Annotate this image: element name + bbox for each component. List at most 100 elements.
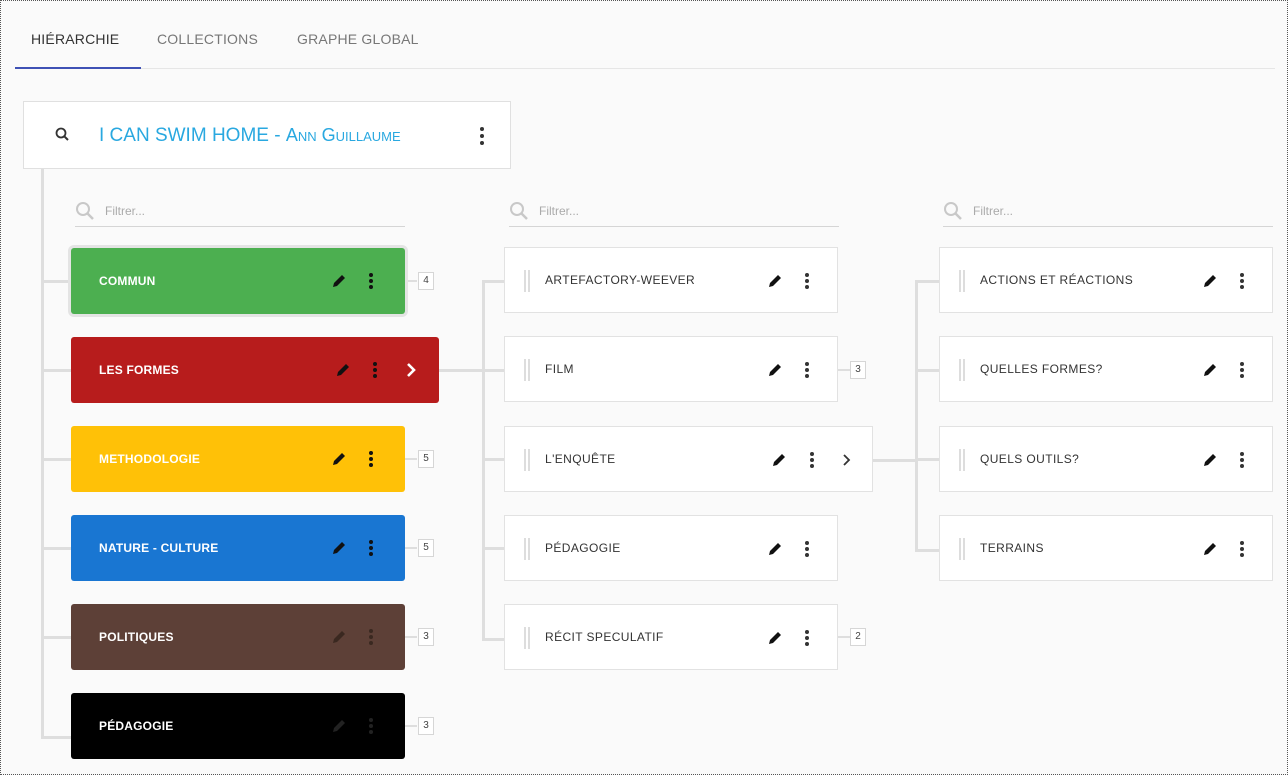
- more-vert-icon[interactable]: [371, 360, 379, 380]
- more-vert-icon[interactable]: [808, 450, 816, 470]
- category-label: POLITIQUES: [99, 630, 174, 644]
- search-icon: [75, 201, 95, 221]
- tree-connector: [482, 458, 504, 461]
- filter-input[interactable]: [539, 201, 739, 221]
- tree-connector: [482, 638, 504, 641]
- pencil-icon[interactable]: [331, 718, 347, 734]
- pencil-icon[interactable]: [767, 362, 783, 378]
- tree-connector: [41, 547, 71, 550]
- category-card-nature-culture[interactable]: NATURE - CULTURE: [71, 515, 405, 581]
- root-title-author: Ann Guillaume: [285, 125, 401, 145]
- item-card-pedagogie[interactable]: PÉDAGOGIE: [504, 515, 838, 581]
- pencil-icon[interactable]: [331, 540, 347, 556]
- filter-column-3[interactable]: [943, 197, 1273, 227]
- pencil-icon[interactable]: [771, 452, 787, 468]
- pencil-icon[interactable]: [331, 273, 347, 289]
- pencil-icon[interactable]: [767, 541, 783, 557]
- child-count-badge: 5: [418, 450, 434, 468]
- drag-handle-icon[interactable]: [523, 359, 531, 381]
- category-card-methodologie[interactable]: METHODOLOGIE: [71, 426, 405, 492]
- more-vert-icon[interactable]: [367, 449, 375, 469]
- drag-handle-icon[interactable]: [523, 538, 531, 560]
- category-label: LES FORMES: [99, 363, 180, 377]
- filter-column-2[interactable]: [509, 197, 839, 227]
- tree-connector: [838, 369, 850, 371]
- tree-connector: [915, 549, 939, 552]
- pencil-icon[interactable]: [331, 451, 347, 467]
- category-card-les-formes[interactable]: LES FORMES: [71, 337, 439, 403]
- category-label: COMMUN: [99, 274, 156, 288]
- item-label: FILM: [545, 362, 574, 376]
- tree-connector: [482, 280, 504, 283]
- category-card-politiques[interactable]: POLITIQUES: [71, 604, 405, 670]
- more-vert-icon[interactable]: [367, 716, 375, 736]
- item-card-quels-outils[interactable]: QUELS OUTILS?: [939, 426, 1273, 492]
- item-card-recit-speculatif[interactable]: RÉCIT SPECULATIF: [504, 604, 838, 670]
- drag-handle-icon[interactable]: [958, 449, 966, 471]
- tab-hierarchie[interactable]: HIÉRARCHIE: [31, 31, 119, 47]
- more-vert-icon[interactable]: [1238, 271, 1246, 291]
- more-vert-icon[interactable]: [367, 627, 375, 647]
- chevron-right-icon[interactable]: [404, 362, 418, 378]
- drag-handle-icon[interactable]: [958, 270, 966, 292]
- more-vert-icon[interactable]: [367, 538, 375, 558]
- item-card-terrains[interactable]: TERRAINS: [939, 515, 1273, 581]
- item-label: PÉDAGOGIE: [545, 541, 621, 555]
- filter-column-1[interactable]: [75, 197, 405, 227]
- category-label: METHODOLOGIE: [99, 452, 201, 466]
- more-vert-icon[interactable]: [367, 271, 375, 291]
- tree-connector: [405, 280, 417, 282]
- pencil-icon[interactable]: [1202, 362, 1218, 378]
- pencil-icon[interactable]: [1202, 273, 1218, 289]
- category-card-commun[interactable]: COMMUN: [71, 248, 405, 314]
- item-label: TERRAINS: [980, 541, 1044, 555]
- search-icon[interactable]: [54, 126, 72, 144]
- item-card-actions-et-reactions[interactable]: ACTIONS ET RÉACTIONS: [939, 247, 1273, 313]
- chevron-right-icon[interactable]: [841, 452, 853, 468]
- item-card-lenquete[interactable]: L'ENQUÊTE: [504, 426, 873, 492]
- tree-connector: [873, 459, 918, 462]
- item-card-quelles-formes[interactable]: QUELLES FORMES?: [939, 336, 1273, 402]
- tab-collections[interactable]: COLLECTIONS: [157, 31, 258, 47]
- search-icon: [943, 201, 963, 221]
- item-card-film[interactable]: FILM: [504, 336, 838, 402]
- child-count-badge: 5: [418, 539, 434, 557]
- tree-connector: [915, 458, 939, 461]
- more-vert-icon[interactable]: [474, 122, 490, 150]
- tree-connector: [405, 725, 417, 727]
- pencil-icon[interactable]: [331, 629, 347, 645]
- drag-handle-icon[interactable]: [523, 449, 531, 471]
- more-vert-icon[interactable]: [803, 271, 811, 291]
- more-vert-icon[interactable]: [803, 539, 811, 559]
- tab-graphe-global[interactable]: GRAPHE GLOBAL: [297, 31, 419, 47]
- drag-handle-icon[interactable]: [523, 270, 531, 292]
- item-card-artefactory-weever[interactable]: ARTEFACTORY-WEEVER: [504, 247, 838, 313]
- pencil-icon[interactable]: [335, 362, 351, 378]
- pencil-icon[interactable]: [767, 630, 783, 646]
- category-label: NATURE - CULTURE: [99, 541, 219, 555]
- more-vert-icon[interactable]: [803, 360, 811, 380]
- tree-connector: [439, 369, 484, 372]
- root-title[interactable]: I CAN SWIM HOME - Ann Guillaume: [99, 125, 401, 147]
- child-count-badge: 2: [850, 628, 866, 646]
- item-label: L'ENQUÊTE: [545, 452, 616, 466]
- pencil-icon[interactable]: [1202, 452, 1218, 468]
- drag-handle-icon[interactable]: [958, 359, 966, 381]
- root-node-card[interactable]: I CAN SWIM HOME - Ann Guillaume: [23, 101, 511, 169]
- more-vert-icon[interactable]: [1238, 360, 1246, 380]
- more-vert-icon[interactable]: [1238, 450, 1246, 470]
- pencil-icon[interactable]: [1202, 541, 1218, 557]
- item-label: QUELLES FORMES?: [980, 362, 1103, 376]
- category-card-pedagogie[interactable]: PÉDAGOGIE: [71, 693, 405, 759]
- filter-input[interactable]: [973, 201, 1173, 221]
- pencil-icon[interactable]: [767, 273, 783, 289]
- drag-handle-icon[interactable]: [958, 538, 966, 560]
- more-vert-icon[interactable]: [1238, 539, 1246, 559]
- filter-input[interactable]: [105, 201, 305, 221]
- tree-connector: [41, 169, 44, 739]
- item-label: ACTIONS ET RÉACTIONS: [980, 273, 1134, 287]
- tree-connector: [915, 280, 939, 283]
- more-vert-icon[interactable]: [803, 628, 811, 648]
- item-label: ARTEFACTORY-WEEVER: [545, 273, 696, 287]
- drag-handle-icon[interactable]: [523, 627, 531, 649]
